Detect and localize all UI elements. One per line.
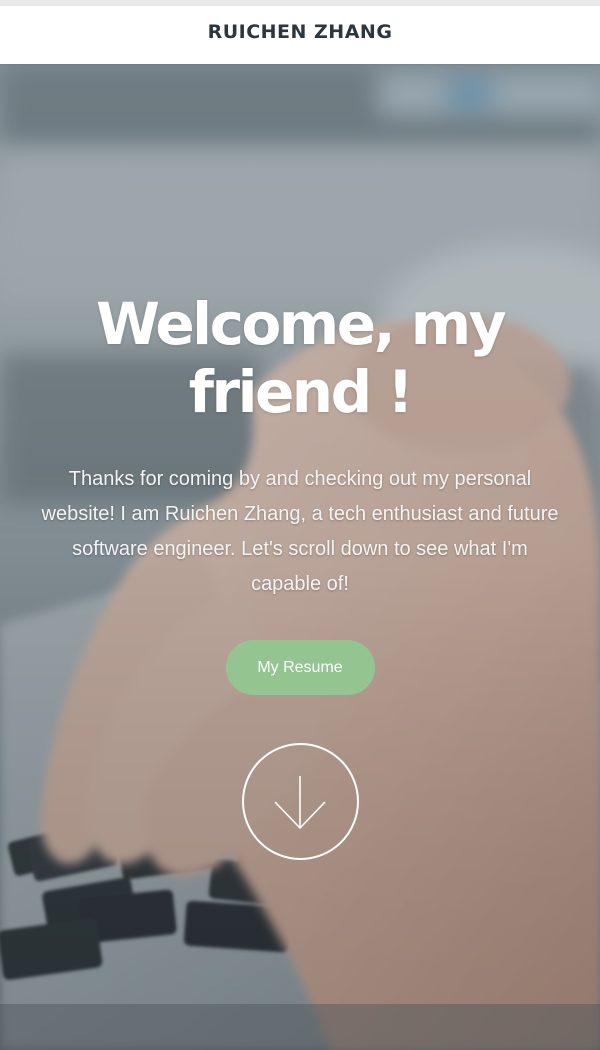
hero-section: Welcome, my friend ! Thanks for coming b… [0,64,600,1050]
hero-intro-text: Thanks for coming by and checking out my… [41,468,559,595]
scroll-down-button[interactable] [241,743,359,860]
arrow-down-icon [274,775,326,829]
my-resume-button[interactable]: My Resume [225,640,375,695]
site-name[interactable]: RUICHEN ZHANG [208,21,393,43]
hero-content: Welcome, my friend ! Thanks for coming b… [0,64,600,1050]
hero-headline: Welcome, my friend ! [95,290,507,426]
site-header: RUICHEN ZHANG [0,0,600,64]
